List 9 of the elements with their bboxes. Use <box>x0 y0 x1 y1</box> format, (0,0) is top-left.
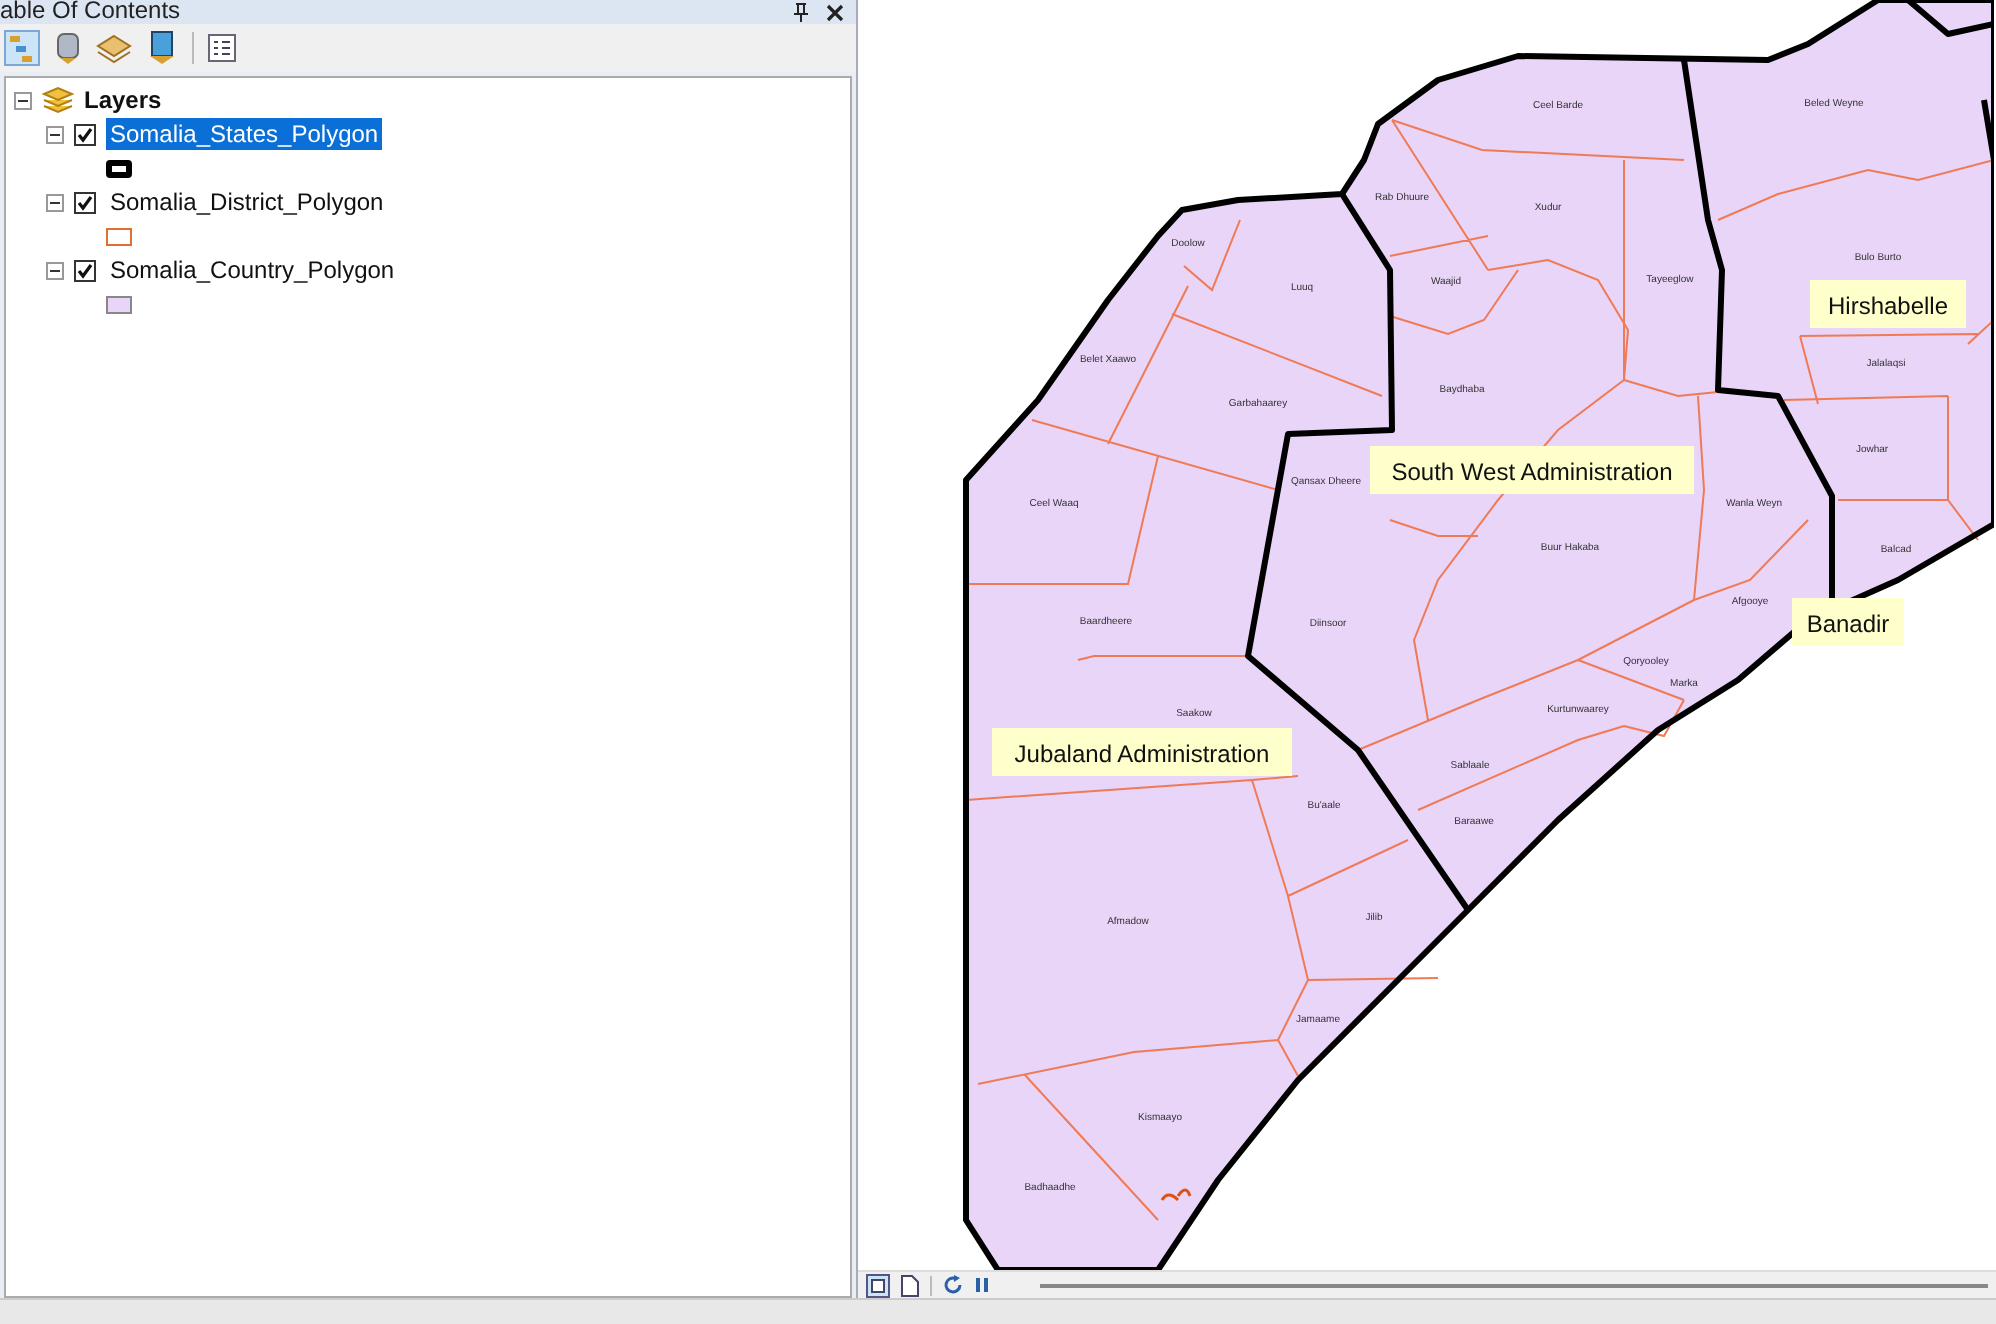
layer-name[interactable]: Somalia_States_Polygon <box>106 118 383 150</box>
panel-title: able Of Contents <box>0 0 181 21</box>
state-label: Banadir <box>1792 598 1904 646</box>
tree-root-label[interactable]: Layers <box>84 86 162 114</box>
state-label: Hirshabelle <box>1810 280 1966 328</box>
state-label: South West Administration <box>1370 446 1694 494</box>
state-label: Jubaland Administration <box>992 728 1292 776</box>
layer-name[interactable]: Somalia_Country_Polygon <box>106 254 399 286</box>
layer-name[interactable]: Somalia_District_Polygon <box>106 186 388 218</box>
